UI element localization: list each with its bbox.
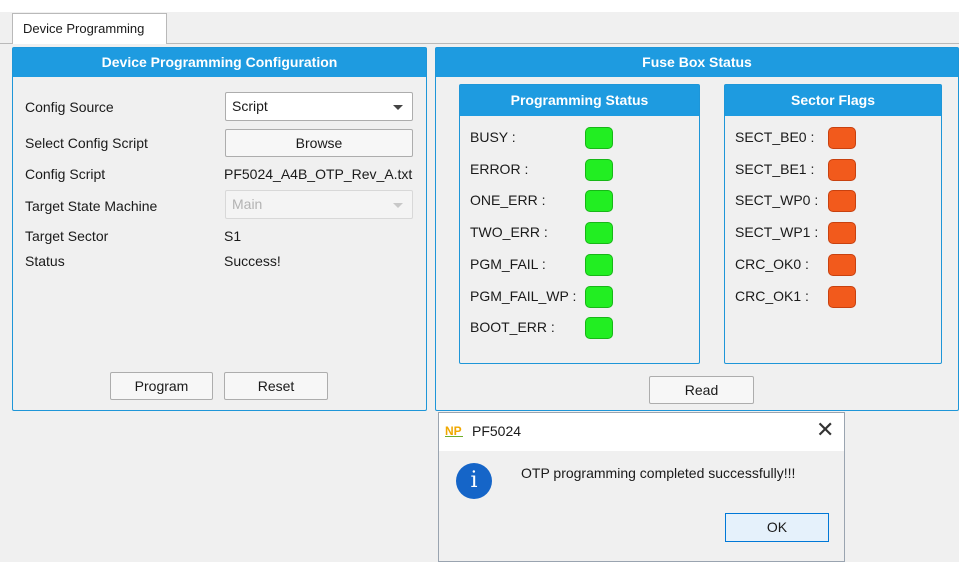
sector-flag-label: SECT_BE0 : bbox=[735, 129, 815, 145]
programming-status-label: PGM_FAIL : bbox=[470, 255, 546, 272]
fuse-box-panel: Fuse Box Status Programming Status BUSY … bbox=[435, 47, 959, 411]
sector-flags-group: Sector Flags SECT_BE0 : SECT_BE1 : SECT_WP… bbox=[724, 84, 942, 364]
sector-flag-label: CRC_OK1 : bbox=[735, 287, 809, 304]
sector-flag-label: SECT_WP1 : bbox=[735, 224, 819, 241]
programming-status-indicator bbox=[585, 158, 613, 181]
select-config-script-label: Select Config Script bbox=[25, 135, 148, 151]
dialog-titlebar: NP PF5024 ✕ bbox=[439, 413, 844, 451]
programming-status-indicator bbox=[585, 317, 613, 340]
nxp-logo-icon: NP bbox=[445, 424, 463, 438]
tab-active-gap bbox=[13, 43, 166, 44]
sector-flags-title: Sector Flags bbox=[725, 85, 941, 116]
sector-flag-indicator bbox=[828, 253, 856, 276]
programming-status-label: ONE_ERR : bbox=[470, 192, 546, 209]
reset-button[interactable]: Reset bbox=[224, 372, 328, 400]
programming-status-label: BOOT_ERR : bbox=[470, 319, 555, 336]
info-icon: i bbox=[456, 463, 492, 499]
programming-status-label: BUSY : bbox=[470, 129, 516, 145]
status-label: Status bbox=[25, 253, 65, 269]
programming-status-title: Programming Status bbox=[460, 85, 699, 116]
target-sector-value: S1 bbox=[224, 228, 242, 244]
config-source-select[interactable]: Script bbox=[225, 92, 413, 121]
close-icon[interactable]: ✕ bbox=[816, 418, 834, 442]
programming-status-label: PGM_FAIL_WP : bbox=[470, 287, 577, 304]
read-button[interactable]: Read bbox=[649, 376, 754, 404]
config-panel-title: Device Programming Configuration bbox=[13, 48, 426, 77]
target-sector-label: Target Sector bbox=[25, 228, 109, 244]
programming-status-indicator bbox=[585, 222, 613, 245]
dialog-message: OTP programming completed successfully!!… bbox=[521, 465, 796, 481]
program-button[interactable]: Program bbox=[110, 372, 213, 400]
sector-flag-indicator bbox=[828, 222, 856, 245]
programming-status-indicator bbox=[585, 253, 613, 276]
sector-flag-label: SECT_BE1 : bbox=[735, 160, 815, 177]
config-source-value: Script bbox=[232, 98, 268, 114]
config-source-label: Config Source bbox=[25, 99, 114, 115]
sector-flag-indicator bbox=[828, 158, 856, 181]
status-value: Success! bbox=[224, 253, 281, 269]
programming-status-indicator bbox=[585, 190, 613, 213]
dialog-title: PF5024 bbox=[472, 423, 522, 439]
target-state-machine-label: Target State Machine bbox=[25, 198, 158, 214]
programming-status-label: ERROR : bbox=[470, 160, 529, 177]
programming-status-indicator bbox=[585, 285, 613, 308]
target-state-machine-select[interactable]: Main bbox=[225, 190, 413, 219]
window-top-strip bbox=[0, 0, 959, 12]
programming-status-indicator bbox=[585, 127, 613, 149]
sector-flag-indicator bbox=[828, 127, 856, 149]
config-script-label: Config Script bbox=[25, 166, 106, 182]
svg-text:NP: NP bbox=[445, 424, 462, 438]
fuse-box-panel-title: Fuse Box Status bbox=[436, 48, 958, 77]
config-panel: Device Programming Configuration Config … bbox=[12, 47, 427, 411]
sector-flag-label: CRC_OK0 : bbox=[735, 255, 809, 272]
config-script-value: PF5024_A4B_OTP_Rev_A.txt bbox=[224, 166, 413, 182]
programming-status-group: Programming Status BUSY : ERROR : ONE_ERR … bbox=[459, 84, 700, 364]
chevron-down-icon bbox=[393, 105, 403, 110]
sector-flag-indicator bbox=[828, 190, 856, 213]
sector-flag-label: SECT_WP0 : bbox=[735, 192, 819, 209]
ok-button[interactable]: OK bbox=[725, 513, 829, 542]
browse-button[interactable]: Browse bbox=[225, 129, 413, 157]
chevron-down-icon bbox=[393, 203, 403, 208]
tab-device-programming[interactable]: Device Programming bbox=[12, 13, 167, 44]
target-state-machine-value: Main bbox=[232, 196, 263, 212]
programming-status-label: TWO_ERR : bbox=[470, 224, 548, 241]
message-dialog: NP PF5024 ✕ i OTP programming completed … bbox=[438, 412, 845, 562]
sector-flag-indicator bbox=[828, 285, 856, 308]
